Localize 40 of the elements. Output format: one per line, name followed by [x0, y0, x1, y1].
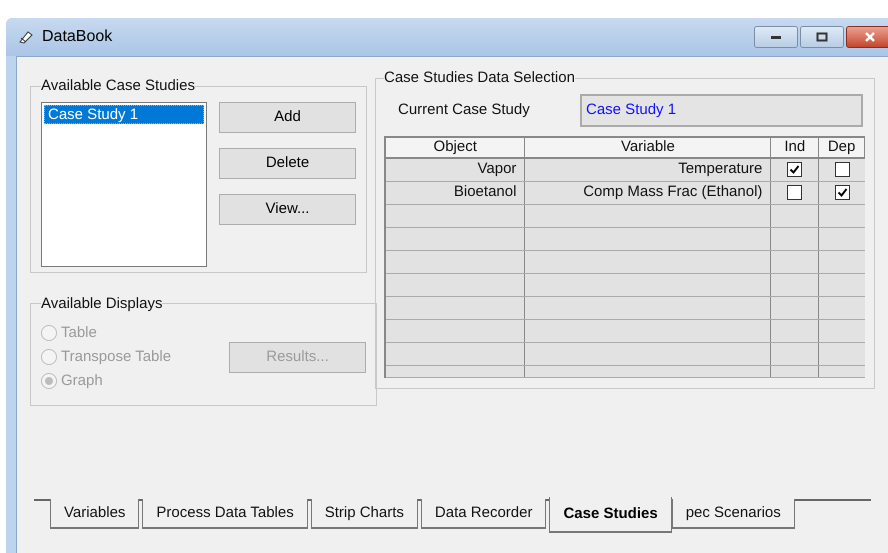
checkbox[interactable]	[834, 162, 850, 177]
column-header: Object	[386, 136, 526, 156]
group-label: Case Studies Data Selection	[384, 68, 575, 88]
table-cell: Temperature	[525, 158, 772, 180]
check-icon	[836, 187, 848, 198]
column-header: Ind	[771, 136, 820, 156]
tab[interactable]: pec Scenarios	[672, 499, 795, 529]
group-label: Available Case Studies	[41, 76, 195, 96]
minimize-button[interactable]	[754, 26, 798, 48]
radio-label: Transpose Table	[61, 346, 172, 367]
action-button[interactable]: View...	[219, 194, 356, 224]
checkbox[interactable]	[787, 185, 802, 200]
current-case-field: Case Study 1	[580, 94, 863, 127]
tab[interactable]: Data Recorder	[420, 499, 546, 529]
tab[interactable]: Process Data Tables	[142, 499, 308, 529]
close-button[interactable]	[846, 26, 888, 48]
maximize-icon	[816, 32, 828, 42]
checkbox[interactable]	[787, 162, 802, 177]
close-icon	[864, 32, 876, 42]
column-header: Variable	[525, 136, 772, 156]
radio-label: Table	[61, 322, 97, 343]
table-cell: Vapor	[386, 158, 526, 180]
list-item[interactable]: Case Study 1	[44, 104, 204, 124]
check-icon	[789, 164, 800, 175]
table-cell: Comp Mass Frac (Ethanol)	[525, 182, 772, 204]
action-button[interactable]: Add	[219, 102, 356, 132]
action-button[interactable]: Delete	[219, 148, 356, 178]
minimize-icon	[770, 34, 782, 40]
pen-icon	[18, 30, 34, 44]
field-label: Current Case Study	[397, 100, 531, 120]
tab[interactable]: Strip Charts	[310, 499, 418, 529]
table-cell: Bioetanol	[386, 182, 526, 204]
radio-label: Graph	[61, 370, 103, 391]
tab[interactable]: Variables	[50, 499, 140, 529]
tab[interactable]: Case Studies	[549, 497, 672, 533]
group-label: Available Displays	[41, 294, 162, 314]
maximize-button[interactable]	[800, 26, 844, 48]
window-title: DataBook	[42, 27, 112, 47]
column-header: Dep	[819, 136, 865, 156]
checkbox[interactable]	[834, 185, 850, 200]
